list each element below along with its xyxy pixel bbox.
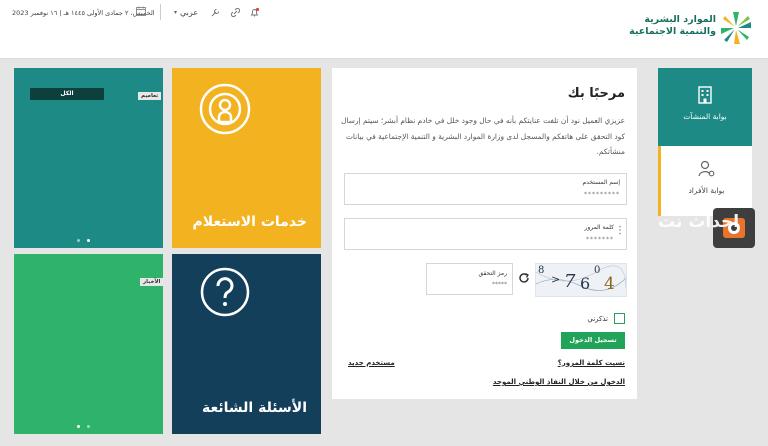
logo-line-2: والتنمية الاجتماعية <box>629 26 716 37</box>
language-label: عربي <box>180 8 199 17</box>
username-label: إسم المستخدم <box>582 179 620 186</box>
tile-circulars[interactable]: الكل تعاميم <box>14 68 163 248</box>
captcha-char: 8 <box>538 265 545 276</box>
password-value[interactable]: ******* <box>586 236 614 243</box>
carousel-dot-active[interactable] <box>77 425 80 428</box>
forgot-password-link[interactable]: نسيت كلمة المرور؟ <box>558 359 625 367</box>
user-gear-icon <box>697 160 714 177</box>
tile-inquiry-services[interactable]: خدمات الاستعلام <box>172 68 321 248</box>
carousel-dots[interactable] <box>77 425 90 428</box>
login-panel: مرحبًا بك عزيزي العميل نود أن تلفت عنايت… <box>332 68 637 399</box>
captcha-char: > <box>551 273 561 286</box>
captcha-value[interactable]: ***** <box>492 281 507 288</box>
chevron-down-icon: ▾ <box>174 9 178 16</box>
captcha-char: 0 <box>594 265 601 276</box>
password-field[interactable]: كلمة المرور ******* <box>344 218 627 250</box>
building-icon <box>698 86 712 104</box>
tile-bar-all: الكل <box>30 88 104 100</box>
podcast-icon <box>199 83 251 135</box>
nav-individuals-portal[interactable]: بوابة الأفراد <box>658 146 752 216</box>
remember-label: تذكرني <box>587 314 608 323</box>
tile-news[interactable]: الأخبار <box>14 254 163 434</box>
tools-icon[interactable] <box>210 7 221 18</box>
new-user-link[interactable]: مستخدم جديد <box>348 359 395 367</box>
logo-text: الموارد البشرية والتنمية الاجتماعية <box>629 14 716 38</box>
refresh-icon[interactable] <box>517 271 531 285</box>
username-value[interactable]: ********* <box>584 191 620 198</box>
captcha-char: 6 <box>580 274 591 293</box>
question-icon <box>200 267 250 317</box>
ministry-logo-icon <box>721 12 751 44</box>
link-icon[interactable] <box>230 7 241 18</box>
nav-label-establishments: بوابة المنشآت <box>683 112 727 121</box>
tile-tag-news: الأخبار <box>140 278 163 286</box>
intro-text: عزيزي العميل نود أن تلفت عنايتكم بأنه في… <box>341 116 625 156</box>
username-field[interactable]: إسم المستخدم ********* <box>344 173 627 205</box>
tile-title-faq: الأسئلة الشائعة <box>202 400 307 416</box>
date-text: الخميس، ٢ جمادى الأولى ١٤٤٥ هـ | ١٦ نوفم… <box>12 9 155 17</box>
captcha-image: 8 > 7 6 0 4 <box>535 263 627 297</box>
password-dots-icon[interactable] <box>618 225 622 235</box>
welcome-heading: مرحبًا بك <box>567 86 625 101</box>
language-selector[interactable]: ▾ عربي <box>174 8 198 17</box>
carousel-dot[interactable] <box>77 239 80 242</box>
logo-line-1: الموارد البشرية <box>644 14 716 25</box>
carousel-dot-active[interactable] <box>87 239 90 242</box>
captcha-char: 7 <box>564 271 576 292</box>
tile-title-inquiry: خدمات الاستعلام <box>192 214 307 230</box>
tile-faq[interactable]: الأسئلة الشائعة <box>172 254 321 434</box>
calendar-icon <box>136 6 146 16</box>
captcha-char: 4 <box>604 274 615 294</box>
password-label: كلمة المرور <box>584 224 614 231</box>
top-bar: الخميس، ٢ جمادى الأولى ١٤٤٥ هـ | ١٦ نوفم… <box>0 0 768 59</box>
remember-me[interactable]: تذكرني <box>587 313 625 324</box>
bell-icon[interactable] <box>249 7 260 18</box>
captcha-field[interactable]: رمز التحقق ***** <box>426 263 513 295</box>
nav-label-individuals: بوابة الأفراد <box>688 186 725 195</box>
remember-checkbox[interactable] <box>614 313 625 324</box>
login-button[interactable]: تسجيل الدخول <box>561 332 625 349</box>
carousel-dots[interactable] <box>77 239 90 242</box>
captcha-label: رمز التحقق <box>478 270 507 277</box>
tile-tag-circulars: تعاميم <box>138 92 162 100</box>
carousel-dot[interactable] <box>87 425 90 428</box>
nav-establishments-portal[interactable]: بوابة المنشآت <box>658 68 752 146</box>
nafath-login-link[interactable]: الدخول من خلال النفاذ الوطني الموحد <box>493 378 625 386</box>
watermark-text: احداث نت <box>658 212 740 232</box>
divider <box>160 4 161 20</box>
